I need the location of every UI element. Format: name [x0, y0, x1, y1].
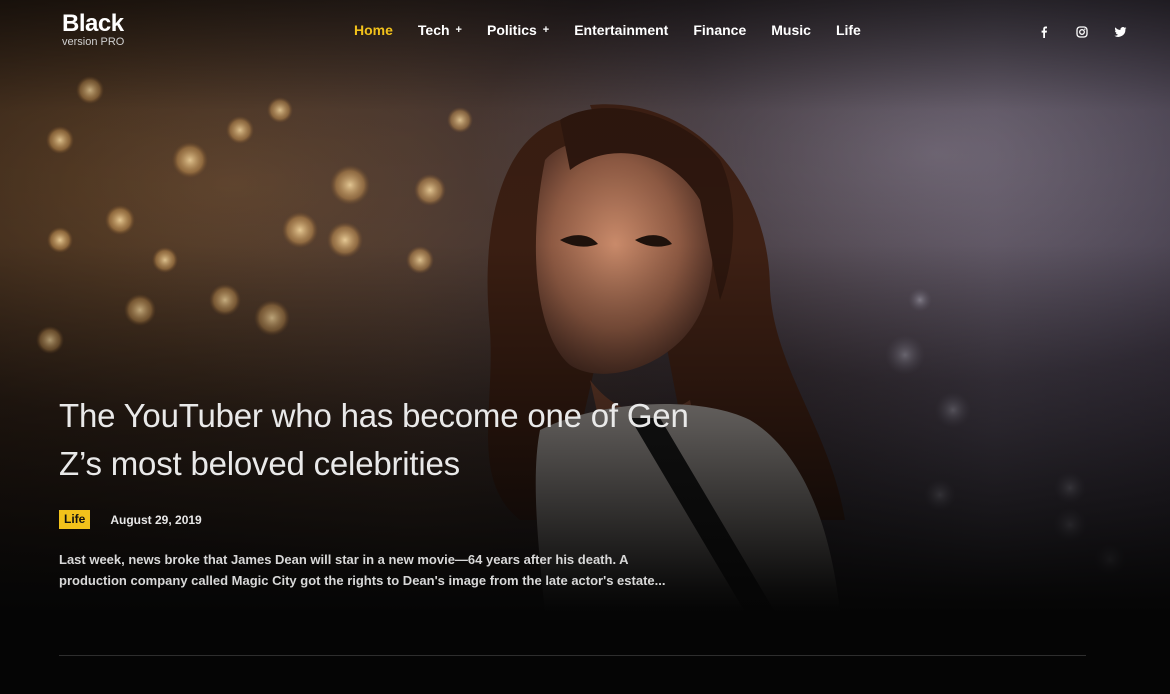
- nav-item-finance[interactable]: Finance: [693, 22, 746, 38]
- nav-item-label: Life: [835, 22, 861, 38]
- nav-item-label: Home: [354, 22, 393, 38]
- nav-item-label: Finance: [693, 22, 747, 38]
- plus-icon[interactable]: +: [543, 24, 549, 36]
- section-divider: [59, 655, 1086, 656]
- plus-icon[interactable]: +: [456, 24, 462, 36]
- nav-item-label: Politics: [486, 22, 537, 38]
- nav-item-politics[interactable]: Politics +: [487, 22, 549, 38]
- logo-title: Black: [62, 10, 124, 37]
- main-menu: Home Tech + Politics + Entertainment Fin…: [354, 22, 886, 38]
- nav-item-label: Tech: [417, 22, 450, 38]
- site-logo[interactable]: Black version PRO: [62, 10, 124, 48]
- category-badge[interactable]: Life: [59, 510, 91, 529]
- nav-item-label: Music: [771, 22, 811, 38]
- nav-item-life[interactable]: Life: [836, 22, 861, 38]
- article-meta: Life August 29, 2019: [59, 510, 202, 529]
- article-date: August 29, 2019: [110, 512, 202, 527]
- nav-item-home[interactable]: Home: [354, 22, 393, 38]
- nav-item-music[interactable]: Music: [771, 22, 811, 38]
- facebook-icon[interactable]: [1036, 24, 1052, 40]
- logo-subtitle: version PRO: [62, 36, 125, 48]
- hero-section[interactable]: Black version PRO Home Tech + Politics +…: [0, 0, 1170, 612]
- article-headline[interactable]: The YouTuber who has become one of Gen Z…: [59, 392, 699, 488]
- nav-item-entertainment[interactable]: Entertainment: [574, 22, 668, 38]
- article-excerpt: Last week, news broke that James Dean wi…: [59, 552, 666, 588]
- twitter-icon[interactable]: [1112, 24, 1128, 40]
- nav-item-label: Entertainment: [574, 22, 669, 38]
- top-navigation-bar: Black version PRO Home Tech + Politics +…: [0, 0, 1170, 64]
- instagram-icon[interactable]: [1074, 24, 1090, 40]
- nav-item-tech[interactable]: Tech +: [418, 22, 462, 38]
